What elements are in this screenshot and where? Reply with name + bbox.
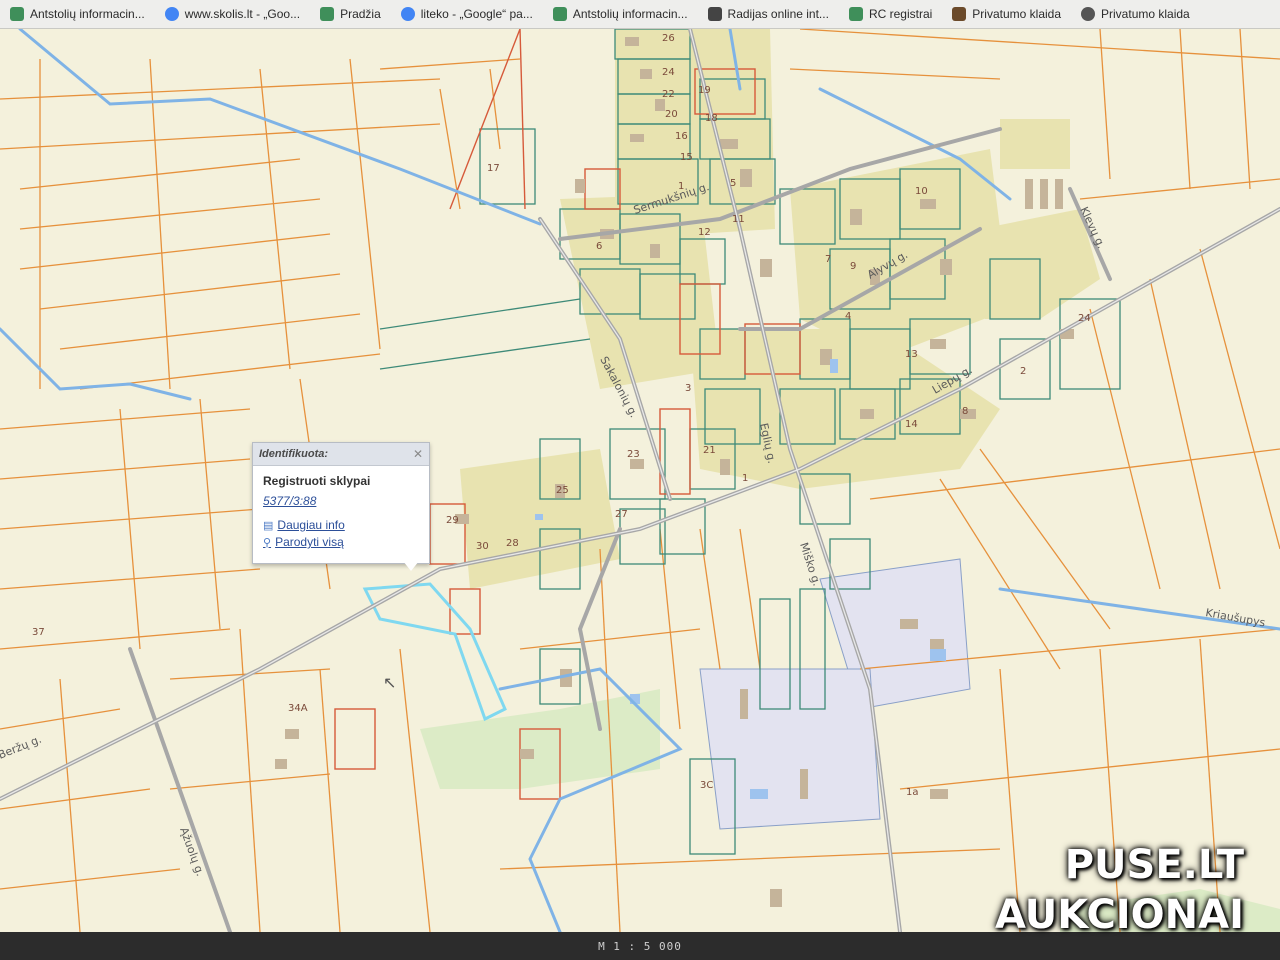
mouse-cursor-icon: ↖	[383, 675, 397, 692]
lot-number: 14	[905, 419, 918, 430]
close-icon[interactable]: ✕	[413, 447, 423, 461]
bookmark-2[interactable]: Pradžia	[310, 0, 391, 28]
show-all-link[interactable]: ⚲ Parodyti visą	[263, 535, 419, 549]
lot-number: 16	[675, 131, 688, 142]
lot-number: 23	[627, 449, 640, 460]
more-info-label: Daugiau info	[277, 518, 345, 532]
lot-number: 25	[556, 485, 569, 496]
bookmark-label: RC registrai	[868, 7, 933, 21]
bookmark-label: Radijas online int...	[727, 7, 829, 21]
lot-number: 13	[905, 349, 918, 360]
lot-number: 26	[662, 33, 675, 44]
lot-number: 5	[730, 178, 736, 189]
watermark-line-2: AUKCIONAI	[995, 892, 1244, 938]
antstoliai-icon	[320, 7, 335, 21]
lot-number: 11	[732, 214, 745, 225]
lot-number: 28	[506, 538, 519, 549]
lot-number: 1a	[906, 787, 919, 798]
bookmark-4[interactable]: Antstolių informacin...	[543, 0, 698, 28]
page-icon	[952, 7, 967, 21]
lot-number: 4	[845, 311, 851, 322]
page-icon	[1081, 7, 1096, 21]
street-label: Miško g.	[797, 541, 823, 588]
google-icon	[400, 7, 415, 21]
document-icon: ▤	[263, 519, 274, 532]
bookmark-label: Pradžia	[340, 7, 381, 21]
lot-number: 10	[915, 186, 928, 197]
popup-header: Identifikuota: ✕	[253, 443, 429, 466]
lot-number: 30	[476, 541, 489, 552]
bookmark-0[interactable]: Antstolių informacin...	[0, 0, 155, 28]
lot-number: 19	[698, 85, 711, 96]
built-areas	[460, 29, 1100, 589]
lot-number: 24	[662, 67, 675, 78]
bookmark-label: Antstolių informacin...	[30, 7, 145, 21]
lot-number: 7	[825, 254, 831, 265]
bookmark-label: Privatumo klaida	[1101, 7, 1190, 21]
lot-number: 20	[665, 109, 678, 120]
lot-number: 27	[615, 509, 628, 520]
lot-number: 34A	[288, 703, 308, 714]
lot-number: 12	[698, 227, 711, 238]
lot-number: 18	[705, 113, 718, 124]
map-canvas[interactable]: Sermukšnių g. Sakalonių g. Eglių g. Alyv…	[0, 29, 1280, 932]
popup-body: Registruoti sklypai 5377/3:88 ▤ Daugiau …	[253, 466, 429, 560]
bookmark-label: www.skolis.lt - „Goo...	[184, 7, 301, 21]
bookmark-label: Antstolių informacin...	[572, 7, 688, 21]
lot-number: 24	[1078, 313, 1091, 324]
bookmark-1[interactable]: www.skolis.lt - „Goo...	[155, 0, 310, 28]
magnifier-icon: ⚲	[263, 536, 272, 549]
lot-number: 2	[1020, 366, 1026, 377]
lot-number: 15	[680, 152, 693, 163]
popup-title: Identifikuota:	[259, 448, 329, 460]
lot-number: 22	[662, 89, 675, 100]
watermark-line-1: PUSE.LT	[1064, 842, 1244, 888]
identify-popup: Identifikuota: ✕ Registruoti sklypai 537…	[252, 442, 430, 571]
watermark: PUSE.LT AUKCIONAI	[995, 840, 1244, 940]
map-scale: M 1 : 5 000	[598, 939, 682, 953]
cadastral-map[interactable]: Sermukšnių g. Sakalonių g. Eglių g. Alyv…	[0, 29, 1280, 932]
bookmark-label: Privatumo klaida	[972, 7, 1062, 21]
lot-number: 17	[487, 163, 500, 174]
google-icon	[164, 7, 179, 21]
bookmark-5[interactable]: Radijas online int...	[698, 0, 839, 28]
lot-number: 3	[685, 383, 691, 394]
bookmark-7[interactable]: Privatumo klaida	[942, 0, 1071, 28]
radio-icon	[707, 7, 722, 21]
more-info-link[interactable]: ▤ Daugiau info	[263, 518, 419, 532]
street-label: Kriaušupys	[1204, 606, 1266, 629]
lot-number: 37	[32, 627, 45, 638]
lot-number: 9	[850, 261, 856, 272]
lot-number: 21	[703, 445, 716, 456]
bookmarks-bar: Antstolių informacin... www.skolis.lt - …	[0, 0, 1280, 29]
lot-number: 29	[446, 515, 459, 526]
lot-number: 8	[962, 406, 968, 417]
antstoliai-icon	[552, 7, 567, 21]
lot-number: 1	[678, 181, 684, 192]
show-all-label: Parodyti visą	[275, 535, 344, 549]
popup-pointer	[403, 561, 419, 571]
bookmark-6[interactable]: RC registrai	[839, 0, 942, 28]
lot-number: 6	[596, 241, 602, 252]
popup-heading: Registruoti sklypai	[263, 474, 371, 488]
highlighted-parcel[interactable]	[362, 582, 507, 722]
rc-icon	[848, 7, 863, 21]
antstoliai-icon	[10, 7, 24, 21]
bookmark-8[interactable]: Privatumo klaida	[1071, 0, 1200, 28]
street-label: Beržų g.	[0, 733, 43, 762]
parcel-link[interactable]: 5377/3:88	[263, 494, 419, 508]
bookmark-3[interactable]: liteko - „Google“ pa...	[391, 0, 543, 28]
lot-number: 3C	[700, 780, 713, 791]
bookmark-label: liteko - „Google“ pa...	[420, 7, 533, 21]
lot-number: 1	[742, 473, 748, 484]
